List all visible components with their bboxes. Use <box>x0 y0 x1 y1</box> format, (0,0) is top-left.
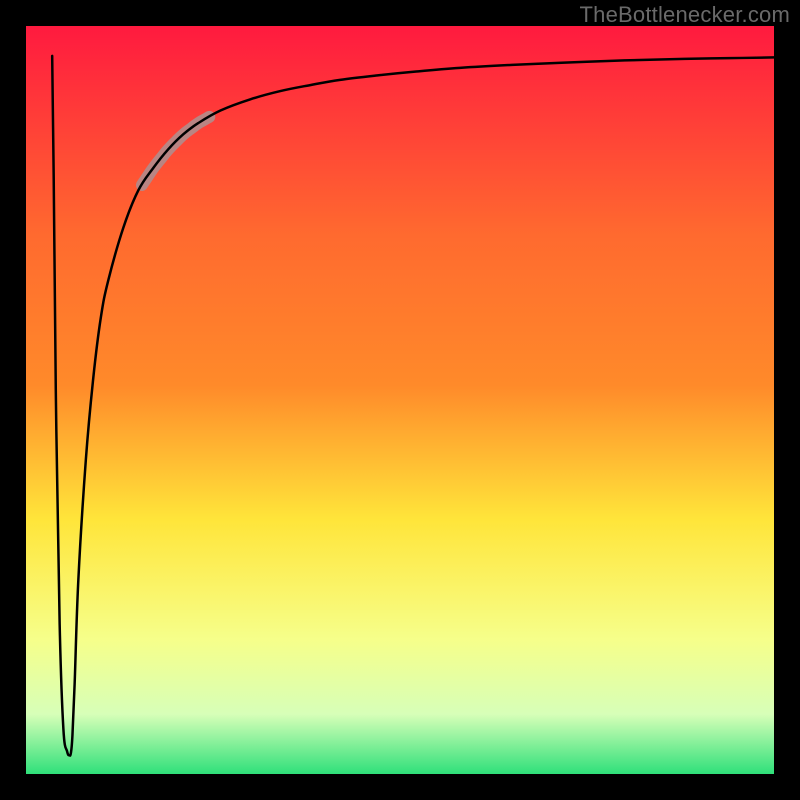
bottleneck-chart <box>0 0 800 800</box>
watermark-text: TheBottlenecker.com <box>580 2 790 28</box>
chart-stage: TheBottlenecker.com <box>0 0 800 800</box>
plot-background-gradient <box>26 26 774 774</box>
